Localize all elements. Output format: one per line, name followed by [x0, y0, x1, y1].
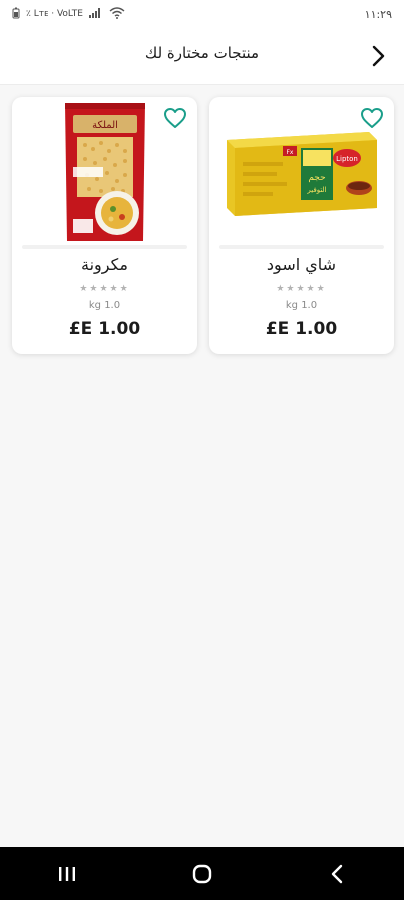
svg-text:حجم: حجم — [308, 173, 325, 183]
recents-icon — [59, 866, 76, 881]
rating-stars: ★★★★★ — [276, 284, 327, 294]
product-price: £E 1.00 — [68, 319, 141, 339]
product-grid: الملكة مكرونة ★★★★★ kg 1.0 £E 1.00 حجم ا… — [12, 97, 394, 357]
signal-icon — [88, 7, 103, 21]
svg-text:الملكة: الملكة — [92, 120, 118, 131]
product-card-pasta[interactable]: الملكة مكرونة ★★★★★ kg 1.0 £E 1.00 — [12, 97, 197, 354]
product-unit: kg 1.0 — [285, 300, 318, 311]
chevron-right-icon — [372, 45, 385, 67]
header: منتجات مختارة لك — [0, 28, 404, 85]
home-icon — [192, 864, 212, 883]
nav-back-button[interactable] — [307, 854, 367, 894]
card-divider — [219, 245, 384, 249]
status-icons: ٪ Lᴛᴇ ⋅ VoLTE — [12, 6, 125, 22]
favorite-button[interactable] — [163, 107, 187, 129]
heart-icon — [164, 108, 186, 128]
rating-stars: ★★★★★ — [79, 284, 130, 294]
recents-button[interactable] — [37, 854, 97, 894]
wifi-icon — [109, 6, 125, 22]
home-button[interactable] — [172, 854, 232, 894]
svg-text:التوفير: التوفير — [306, 186, 326, 194]
product-unit: kg 1.0 — [88, 300, 121, 311]
product-card-tea[interactable]: حجم التوفير Lipton Fx شاي اسود ★★★★★ kg … — [209, 97, 394, 354]
product-price: £E 1.00 — [265, 319, 338, 339]
status-time: ١١:٢٩ — [364, 7, 392, 21]
back-button[interactable] — [366, 42, 390, 70]
heart-icon — [361, 108, 383, 128]
product-name: شاي اسود — [266, 255, 337, 274]
back-icon — [331, 864, 342, 883]
screen: ٪ Lᴛᴇ ⋅ VoLTE ١١:٢٩ منتجات مختارة لك الم… — [0, 0, 404, 900]
system-nav-bar — [0, 847, 404, 900]
card-divider — [22, 245, 187, 249]
svg-text:Lipton: Lipton — [336, 155, 358, 163]
product-name: مكرونة — [81, 255, 128, 274]
battery-icon — [12, 7, 20, 22]
status-left-text: ٪ Lᴛᴇ ⋅ VoLTE — [26, 9, 83, 19]
favorite-button[interactable] — [360, 107, 384, 129]
status-bar: ٪ Lᴛᴇ ⋅ VoLTE ١١:٢٩ — [0, 0, 404, 28]
page-title: منتجات مختارة لك — [144, 44, 260, 62]
svg-text:Fx: Fx — [286, 149, 293, 156]
